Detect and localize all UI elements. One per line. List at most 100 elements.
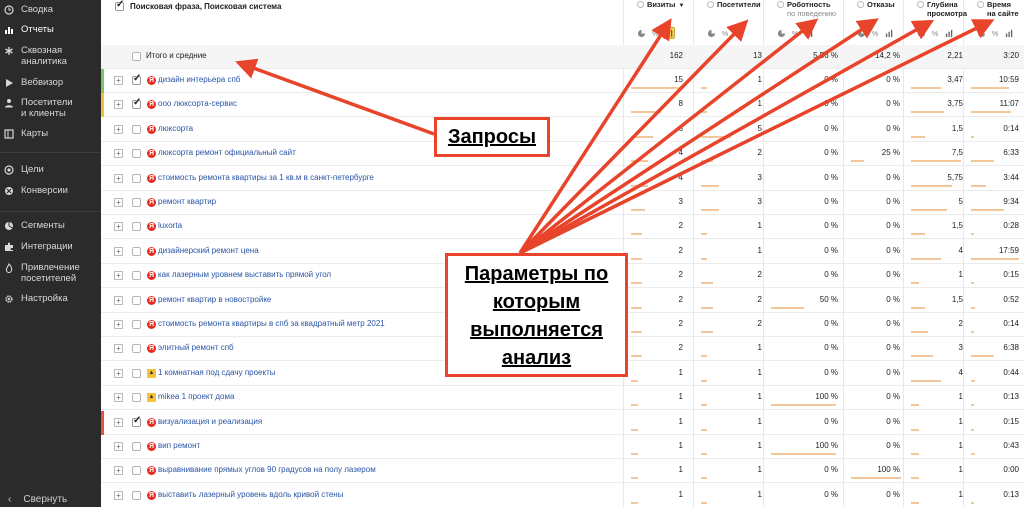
table-row[interactable]: + Ялюксорта 6 5 0 % 0 % 1,5 0:14 <box>101 118 1024 142</box>
expand-row-button[interactable]: + <box>114 149 123 159</box>
search-phrase-link[interactable]: как лазерным уровнем выставить прямой уг… <box>158 270 331 279</box>
percent-icon[interactable]: % <box>719 27 731 39</box>
table-row[interactable]: + Явизуализация и реализация 1 1 0 % 0 % 1 0:15 <box>101 410 1024 435</box>
row-checkbox[interactable] <box>132 466 141 476</box>
search-phrase-link[interactable]: 1 комнатная под сдачу проекты <box>158 368 276 377</box>
percent-icon[interactable]: % <box>989 27 1001 39</box>
row-checkbox[interactable] <box>132 52 141 61</box>
row-checkbox[interactable] <box>132 149 141 159</box>
table-row[interactable]: + Ялюксорта ремонт официальный сайт 4 2 0 % 2… <box>101 142 1024 167</box>
column-header-5[interactable]: Время на сайте <box>977 0 1019 18</box>
dimension-header[interactable]: Поисковая фраза, Поисковая система <box>115 0 281 12</box>
expand-row-button[interactable]: + <box>114 295 123 305</box>
column-radio[interactable] <box>857 1 864 8</box>
search-phrase-link[interactable]: люксорта ремонт официальный сайт <box>158 148 296 157</box>
table-row[interactable]: + Явыставить лазерный уровень вдоль криво… <box>101 484 1024 507</box>
bar-mini-icon[interactable] <box>663 27 675 39</box>
collapse-sidebar-button[interactable]: ‹ Свернуть <box>8 494 67 505</box>
search-phrase-link[interactable]: стоимость ремонта квартиры за 1 кв.м в с… <box>158 173 374 182</box>
percent-icon[interactable]: % <box>869 27 881 39</box>
sidebar-item-1[interactable]: Отчеты <box>0 24 101 35</box>
percent-icon[interactable]: % <box>649 27 661 39</box>
total-row[interactable]: Итого и средние 162 13 5,56 % 14,2 % 2,21 3:20 <box>101 45 1024 69</box>
sidebar-item-8[interactable]: Сегменты <box>0 220 101 231</box>
search-phrase-link[interactable]: вип ремонт <box>158 441 200 450</box>
sidebar-item-6[interactable]: Цели <box>0 164 101 175</box>
column-header-1[interactable]: Посетители <box>707 0 761 9</box>
column-header-4[interactable]: Глубина просмотра <box>917 0 967 18</box>
sidebar-item-3[interactable]: Вебвизор <box>0 77 101 88</box>
expand-row-button[interactable]: + <box>114 222 123 232</box>
expand-row-button[interactable]: + <box>114 466 123 476</box>
pie-chart-icon[interactable] <box>855 27 867 39</box>
expand-row-button[interactable]: + <box>114 320 123 329</box>
expand-row-button[interactable]: + <box>114 393 123 403</box>
row-checkbox[interactable] <box>132 73 141 85</box>
expand-row-button[interactable]: + <box>114 100 123 110</box>
row-checkbox[interactable] <box>132 415 141 427</box>
column-header-0[interactable]: Визиты ▼ <box>637 0 684 11</box>
search-phrase-link[interactable]: элитный ремонт спб <box>158 343 234 352</box>
expand-row-button[interactable]: + <box>114 246 123 256</box>
expand-row-button[interactable]: + <box>114 344 123 354</box>
expand-row-button[interactable]: + <box>114 124 123 134</box>
row-checkbox[interactable] <box>132 490 141 500</box>
search-phrase-link[interactable]: выравнивание прямых углов 90 градусов на… <box>158 465 376 474</box>
expand-row-button[interactable]: + <box>114 368 123 378</box>
pie-chart-icon[interactable] <box>915 27 927 39</box>
table-row[interactable]: + Ядизайн интерьера спб 15 1 0 % 0 % 3,47 10:59 <box>101 69 1024 93</box>
row-checkbox[interactable] <box>132 442 141 451</box>
sidebar-item-11[interactable]: Настройка <box>0 293 101 304</box>
search-phrase-link[interactable]: люксорта <box>158 124 193 133</box>
percent-icon[interactable]: % <box>789 27 801 39</box>
table-row[interactable]: + Явыравнивание прямых углов 90 градусов … <box>101 459 1024 484</box>
expand-row-button[interactable]: + <box>114 198 123 207</box>
row-checkbox[interactable] <box>132 295 141 305</box>
expand-row-button[interactable]: + <box>114 417 123 427</box>
expand-row-button[interactable]: + <box>114 271 123 281</box>
row-checkbox[interactable] <box>132 320 141 329</box>
search-phrase-link[interactable]: выставить лазерный уровень вдоль кривой … <box>158 490 343 499</box>
search-phrase-link[interactable]: ремонт квартир в новостройке <box>158 295 271 304</box>
sidebar-item-9[interactable]: Интеграции <box>0 241 101 252</box>
expand-row-button[interactable]: + <box>114 173 123 183</box>
sidebar-item-2[interactable]: Сквозная аналитика <box>0 45 101 67</box>
search-phrase-link[interactable]: ооо люксорта-сервис <box>158 99 237 108</box>
table-row[interactable]: + Явип ремонт 1 1 100 % 0 % 1 0:43 <box>101 435 1024 459</box>
sidebar-item-7[interactable]: Конверсии <box>0 185 101 196</box>
table-row[interactable]: + Яремонт квартир 3 3 0 % 0 % 5 9:34 <box>101 191 1024 215</box>
sidebar-item-5[interactable]: Карты <box>0 128 101 139</box>
bar-mini-icon[interactable] <box>733 27 745 39</box>
column-radio[interactable] <box>637 1 644 8</box>
row-checkbox[interactable] <box>132 393 141 403</box>
table-row[interactable]: + Ястоимость ремонта квартиры за 1 кв.м в… <box>101 167 1024 191</box>
search-phrase-link[interactable]: визуализация и реализация <box>158 417 262 426</box>
search-phrase-link[interactable]: ремонт квартир <box>158 197 216 206</box>
pie-chart-icon[interactable] <box>775 27 787 39</box>
row-checkbox[interactable] <box>132 173 141 183</box>
column-header-2[interactable]: Роботность по поведению <box>777 0 836 18</box>
row-checkbox[interactable] <box>132 344 141 354</box>
column-radio[interactable] <box>977 1 984 8</box>
column-radio[interactable] <box>917 1 924 8</box>
table-row[interactable]: + Яооо люксорта-сервис 8 1 0 % 0 % 3,75 11:07 <box>101 93 1024 118</box>
row-checkbox[interactable] <box>132 368 141 378</box>
row-checkbox[interactable] <box>132 271 141 281</box>
sidebar-item-4[interactable]: Посетители и клиенты <box>0 97 101 119</box>
expand-row-button[interactable]: + <box>114 442 123 451</box>
row-checkbox[interactable] <box>132 198 141 207</box>
row-checkbox[interactable] <box>132 97 141 110</box>
select-all-checkbox[interactable] <box>115 0 124 11</box>
pie-chart-icon[interactable] <box>705 27 717 39</box>
search-phrase-link[interactable]: mikea 1 проект дома <box>158 392 234 401</box>
sidebar-item-0[interactable]: Сводка <box>0 4 101 15</box>
search-phrase-link[interactable]: дизайнерский ремонт цена <box>158 246 259 255</box>
row-checkbox[interactable] <box>132 246 141 256</box>
sidebar-item-10[interactable]: Привлечение посетителей <box>0 262 101 284</box>
search-phrase-link[interactable]: дизайн интерьера спб <box>158 75 240 84</box>
search-phrase-link[interactable]: luxorta <box>158 221 182 230</box>
table-row[interactable]: + Яluxorta 2 1 0 % 0 % 1,5 0:28 <box>101 215 1024 240</box>
row-checkbox[interactable] <box>132 222 141 232</box>
column-header-3[interactable]: Отказы <box>857 0 895 9</box>
expand-row-button[interactable]: + <box>114 490 123 500</box>
